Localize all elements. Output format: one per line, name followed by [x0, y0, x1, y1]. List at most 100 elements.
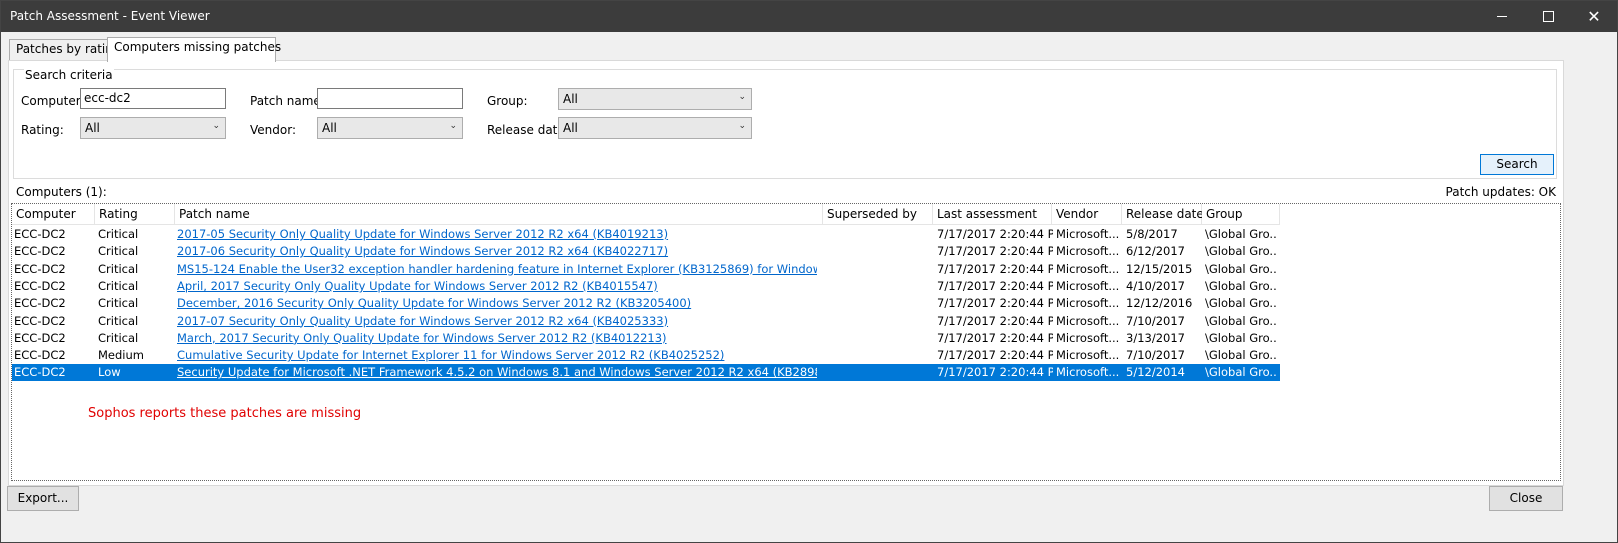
- cell-release-date: 12/15/2015: [1126, 261, 1193, 276]
- close-icon: ✕: [1587, 6, 1601, 26]
- cell-rating: Critical: [98, 330, 139, 345]
- window-title: Patch Assessment - Event Viewer: [10, 9, 210, 23]
- cell-rating: Critical: [98, 244, 139, 259]
- patch-name-link[interactable]: April, 2017 Security Only Quality Update…: [177, 278, 817, 295]
- patch-name-link[interactable]: Cumulative Security Update for Internet …: [177, 347, 817, 364]
- computers-count: Computers (1):: [16, 185, 107, 199]
- cell-superseded-by: [827, 313, 932, 330]
- search-button[interactable]: Search: [1480, 154, 1554, 175]
- computer-input[interactable]: ecc-dc2: [80, 88, 226, 109]
- export-button[interactable]: Export...: [7, 486, 79, 511]
- cell-last-assessment: 7/17/2017 2:20:44 PM: [937, 244, 1053, 259]
- column-header-release-date[interactable]: Release date: [1122, 204, 1204, 225]
- cell-rating: Critical: [98, 313, 139, 328]
- cell-superseded-by: [827, 226, 932, 243]
- cell-computer: ECC-DC2: [14, 244, 66, 259]
- table-row[interactable]: ECC-DC2 Low Security Update for Microsoft …: [12, 364, 1280, 382]
- cell-vendor: Microsoft...: [1056, 313, 1120, 328]
- cell-group: \Global Gro...: [1205, 365, 1277, 380]
- cell-release-date: 7/10/2017: [1126, 313, 1185, 328]
- patches-grid[interactable]: Computer Rating Patch name Superseded by…: [11, 203, 1561, 481]
- close-button[interactable]: Close: [1489, 486, 1563, 511]
- table-row[interactable]: ECC-DC2 Medium Cumulative Security Update …: [12, 347, 1280, 364]
- table-row[interactable]: ECC-DC2 Critical December, 2016 Security O…: [12, 295, 1280, 312]
- group-label: Group:: [487, 94, 528, 108]
- cell-vendor: Microsoft...: [1056, 365, 1120, 380]
- cell-last-assessment: 7/17/2017 2:20:44 PM: [937, 313, 1053, 328]
- cell-last-assessment: 7/17/2017 2:20:44 PM: [937, 330, 1053, 345]
- release-date-label: Release date:: [487, 123, 569, 137]
- cell-group: \Global Gro...: [1205, 278, 1277, 293]
- rating-label: Rating:: [21, 123, 64, 137]
- vendor-label: Vendor:: [250, 123, 296, 137]
- release-date-select[interactable]: All ⌄: [558, 117, 752, 139]
- chevron-down-icon: ⌄: [212, 121, 220, 131]
- tab-patches-by-rating[interactable]: Patches by rating: [9, 39, 121, 60]
- cell-rating: Critical: [98, 261, 139, 276]
- column-header-patch-name[interactable]: Patch name: [175, 204, 823, 225]
- cell-vendor: Microsoft...: [1056, 348, 1120, 363]
- minimize-icon: [1497, 16, 1507, 17]
- column-header-group[interactable]: Group: [1202, 204, 1280, 225]
- cell-last-assessment: 7/17/2017 2:20:44 PM: [937, 227, 1053, 241]
- patch-name-link[interactable]: MS15-124 Enable the User32 exception han…: [177, 261, 817, 278]
- close-window-button[interactable]: ✕: [1571, 1, 1617, 32]
- cell-last-assessment: 7/17/2017 2:20:44 PM: [937, 261, 1053, 276]
- cell-release-date: 3/13/2017: [1126, 330, 1185, 345]
- table-row[interactable]: ECC-DC2 Critical March, 2017 Security Only…: [12, 330, 1280, 347]
- cell-rating: Critical: [98, 296, 139, 311]
- minimize-button[interactable]: [1479, 1, 1525, 32]
- release-date-select-value: All: [563, 121, 578, 135]
- computer-label: Computer:: [21, 94, 85, 108]
- annotation-text: Sophos reports these patches are missing: [88, 406, 362, 421]
- rating-select-value: All: [85, 121, 100, 135]
- tab-page: Search criteria Computer: ecc-dc2 Patch …: [8, 60, 1564, 486]
- cell-computer: ECC-DC2: [14, 261, 66, 276]
- tab-computers-missing-patches[interactable]: Computers missing patches: [107, 37, 281, 62]
- cell-group: \Global Gro...: [1205, 244, 1277, 259]
- patch-name-link[interactable]: December, 2016 Security Only Quality Upd…: [177, 295, 817, 312]
- patch-name-link[interactable]: Security Update for Microsoft .NET Frame…: [177, 364, 817, 381]
- cell-group: \Global Gro...: [1205, 261, 1277, 276]
- cell-superseded-by: [827, 364, 932, 381]
- table-row[interactable]: ECC-DC2 Critical April, 2017 Security Only…: [12, 278, 1280, 295]
- cell-group: \Global Gro...: [1205, 313, 1277, 328]
- table-row[interactable]: ECC-DC2 Critical 2017-06 Security Only Qua…: [12, 243, 1280, 260]
- cell-superseded-by: [827, 330, 932, 347]
- cell-group: \Global Gro...: [1205, 227, 1277, 241]
- patch-name-label: Patch name:: [250, 94, 325, 108]
- column-header-superseded-by[interactable]: Superseded by: [823, 204, 933, 225]
- cell-rating: Medium: [98, 348, 144, 363]
- patch-name-link[interactable]: 2017-06 Security Only Quality Update for…: [177, 243, 817, 260]
- group-select[interactable]: All ⌄: [558, 88, 752, 110]
- cell-vendor: Microsoft...: [1056, 330, 1120, 345]
- cell-rating: Critical: [98, 227, 139, 241]
- search-criteria-legend: Search criteria: [24, 68, 114, 82]
- vendor-select[interactable]: All ⌄: [317, 117, 463, 139]
- table-row[interactable]: ECC-DC2 Critical 2017-07 Security Only Qua…: [12, 313, 1280, 330]
- cell-computer: ECC-DC2: [14, 365, 66, 380]
- column-header-rating[interactable]: Rating: [95, 204, 175, 225]
- chevron-down-icon: ⌄: [449, 121, 457, 131]
- patch-name-link[interactable]: March, 2017 Security Only Quality Update…: [177, 330, 817, 347]
- cell-superseded-by: [827, 261, 932, 278]
- cell-release-date: 6/12/2017: [1126, 244, 1185, 259]
- cell-release-date: 5/8/2017: [1126, 227, 1178, 241]
- column-header-computer[interactable]: Computer: [12, 204, 95, 225]
- vendor-select-value: All: [322, 121, 337, 135]
- table-row[interactable]: ECC-DC2 Critical 2017-05 Security Only Qua…: [12, 226, 1280, 243]
- cell-computer: ECC-DC2: [14, 330, 66, 345]
- cell-superseded-by: [827, 243, 932, 260]
- cell-vendor: Microsoft...: [1056, 227, 1120, 241]
- rating-select[interactable]: All ⌄: [80, 117, 226, 139]
- cell-computer: ECC-DC2: [14, 227, 66, 241]
- maximize-button[interactable]: [1525, 1, 1571, 32]
- cell-rating: Critical: [98, 278, 139, 293]
- cell-computer: ECC-DC2: [14, 296, 66, 311]
- table-row[interactable]: ECC-DC2 Critical MS15-124 Enable the User3…: [12, 261, 1280, 278]
- patch-name-input[interactable]: [317, 88, 463, 109]
- column-header-vendor[interactable]: Vendor: [1052, 204, 1122, 225]
- patch-name-link[interactable]: 2017-07 Security Only Quality Update for…: [177, 313, 817, 330]
- patch-name-link[interactable]: 2017-05 Security Only Quality Update for…: [177, 226, 817, 243]
- column-header-last-assessment[interactable]: Last assessment: [933, 204, 1052, 225]
